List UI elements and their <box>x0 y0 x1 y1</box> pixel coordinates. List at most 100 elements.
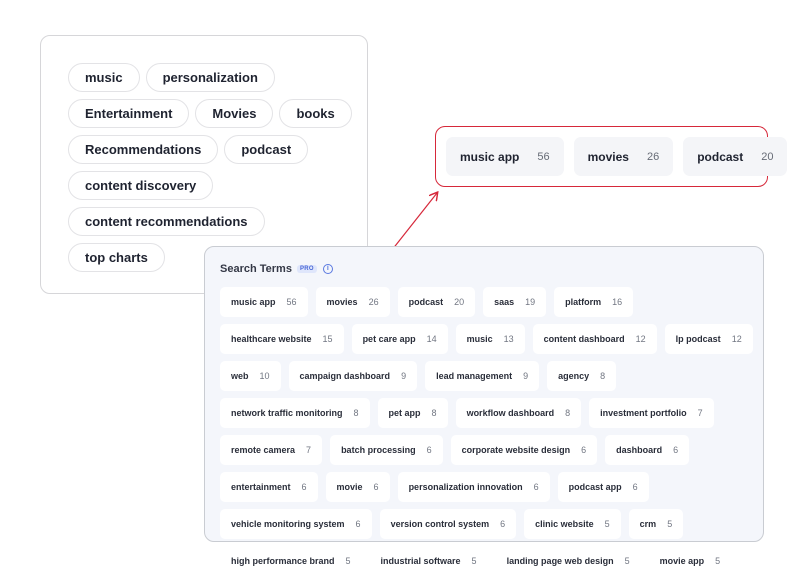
tag-pill[interactable]: Recommendations <box>68 135 219 164</box>
search-term-count: 8 <box>431 408 437 418</box>
search-term-label: content dashboard <box>543 334 625 344</box>
search-term-count: 5 <box>345 556 351 566</box>
search-term-chip[interactable]: podcast app 6 <box>557 472 649 502</box>
search-term-chip[interactable]: batch processing 6 <box>330 435 443 465</box>
search-term-chip[interactable]: clinic website 5 <box>524 509 621 539</box>
search-term-label: version control system <box>390 519 490 529</box>
highlight-chip[interactable]: movies 26 <box>573 137 674 176</box>
search-term-chip[interactable]: network traffic monitoring 8 <box>220 398 370 428</box>
search-term-count: 6 <box>632 482 638 492</box>
info-icon[interactable]: i <box>322 264 333 274</box>
search-term-label: music app <box>231 297 276 307</box>
search-term-label: landing page web design <box>506 556 614 566</box>
search-term-chip[interactable]: lp podcast 12 <box>664 324 753 354</box>
search-terms-list: music app 56 movies 26 podcast 20 saas 19 platfo… <box>220 287 760 569</box>
search-term-label: platform <box>565 297 602 307</box>
highlight-chip-label: podcast <box>697 149 744 164</box>
search-term-chip[interactable]: investment portfolio 7 <box>589 398 714 428</box>
search-term-count: 8 <box>600 371 606 381</box>
search-term-chip[interactable]: music 13 <box>455 324 525 354</box>
search-term-chip[interactable]: landing page web design 5 <box>495 546 641 569</box>
search-term-chip[interactable]: dashboard 6 <box>605 435 690 465</box>
search-term-chip[interactable]: agency 8 <box>547 361 617 391</box>
search-term-chip[interactable]: vehicle monitoring system 6 <box>220 509 372 539</box>
search-term-label: web <box>231 371 249 381</box>
search-term-label: movies <box>326 297 358 307</box>
search-term-chip[interactable]: high performance brand 5 <box>220 546 362 569</box>
search-term-label: network traffic monitoring <box>231 408 343 418</box>
search-term-chip[interactable]: content dashboard 12 <box>532 324 657 354</box>
highlight-chip-label: movies <box>587 149 629 164</box>
search-term-label: investment portfolio <box>600 408 687 418</box>
search-term-label: corporate website design <box>461 445 571 455</box>
search-term-chip[interactable]: personalization innovation 6 <box>397 472 550 502</box>
tag-pill[interactable]: content recommendations <box>68 207 265 236</box>
search-term-label: remote camera <box>231 445 296 455</box>
search-term-chip[interactable]: music app 56 <box>220 287 308 317</box>
search-term-label: lp podcast <box>675 334 721 344</box>
search-term-label: personalization innovation <box>408 482 523 492</box>
tag-pill[interactable]: content discovery <box>68 171 214 200</box>
search-terms-panel: Search Terms PRO i music app 56 movies 26 po… <box>204 246 764 569</box>
search-term-chip[interactable]: version control system 6 <box>379 509 517 539</box>
pro-badge: PRO <box>296 265 317 273</box>
search-term-count: 5 <box>715 556 721 566</box>
search-term-count: 8 <box>565 408 571 418</box>
search-term-count: 8 <box>353 408 359 418</box>
highlight-chip[interactable]: music app 56 <box>446 137 564 176</box>
search-term-chip[interactable]: campaign dashboard 9 <box>288 361 418 391</box>
tag-pill[interactable]: podcast <box>224 135 309 164</box>
search-term-chip[interactable]: lead management 9 <box>425 361 540 391</box>
search-term-chip[interactable]: healthcare website 15 <box>220 324 344 354</box>
search-term-count: 19 <box>525 297 536 307</box>
search-term-chip[interactable]: web 10 <box>220 361 281 391</box>
search-term-chip[interactable]: movies 26 <box>315 287 390 317</box>
search-term-chip[interactable]: movie app 5 <box>648 546 732 569</box>
tag-pill[interactable]: top charts <box>68 243 165 272</box>
search-term-count: 20 <box>454 297 465 307</box>
search-term-count: 6 <box>500 519 506 529</box>
search-term-count: 7 <box>697 408 703 418</box>
tag-pill[interactable]: music <box>68 63 140 92</box>
search-term-count: 14 <box>426 334 437 344</box>
search-term-chip[interactable]: crm 5 <box>628 509 684 539</box>
tag-list: music personalization Entertainment Movies b… <box>68 63 358 272</box>
search-term-label: lead management <box>436 371 513 381</box>
search-term-chip[interactable]: pet app 8 <box>377 398 448 428</box>
search-term-chip[interactable]: remote camera 7 <box>220 435 323 465</box>
panel-title: Search Terms <box>220 263 292 275</box>
search-term-label: healthcare website <box>231 334 312 344</box>
search-term-label: crm <box>639 519 657 529</box>
search-term-count: 6 <box>355 519 361 529</box>
search-term-label: pet care app <box>362 334 416 344</box>
search-term-count: 6 <box>581 445 587 455</box>
search-term-count: 6 <box>301 482 307 492</box>
highlight-chip-label: music app <box>460 149 520 164</box>
tag-pill[interactable]: Movies <box>195 99 274 128</box>
search-term-count: 13 <box>503 334 514 344</box>
search-term-chip[interactable]: corporate website design 6 <box>450 435 598 465</box>
search-term-count: 5 <box>471 556 477 566</box>
search-term-chip[interactable]: industrial software 5 <box>369 546 488 569</box>
search-term-chip[interactable]: podcast 20 <box>397 287 476 317</box>
search-term-chip[interactable]: saas 19 <box>483 287 547 317</box>
search-term-count: 26 <box>368 297 379 307</box>
search-term-chip[interactable]: pet care app 14 <box>351 324 448 354</box>
search-term-label: movie app <box>659 556 705 566</box>
search-term-count: 9 <box>401 371 407 381</box>
highlight-chip[interactable]: podcast 20 <box>683 137 788 176</box>
search-term-count: 16 <box>612 297 623 307</box>
search-term-count: 5 <box>667 519 673 529</box>
search-term-label: podcast app <box>568 482 622 492</box>
search-term-chip[interactable]: entertainment 6 <box>220 472 318 502</box>
search-term-chip[interactable]: workflow dashboard 8 <box>455 398 582 428</box>
search-term-label: workflow dashboard <box>466 408 555 418</box>
search-term-count: 9 <box>523 371 529 381</box>
search-term-label: movie <box>336 482 363 492</box>
tag-pill[interactable]: books <box>279 99 352 128</box>
search-term-chip[interactable]: platform 16 <box>554 287 634 317</box>
tag-pill[interactable]: personalization <box>145 63 275 92</box>
search-term-chip[interactable]: movie 6 <box>325 472 390 502</box>
search-term-label: music <box>466 334 493 344</box>
tag-pill[interactable]: Entertainment <box>68 99 190 128</box>
